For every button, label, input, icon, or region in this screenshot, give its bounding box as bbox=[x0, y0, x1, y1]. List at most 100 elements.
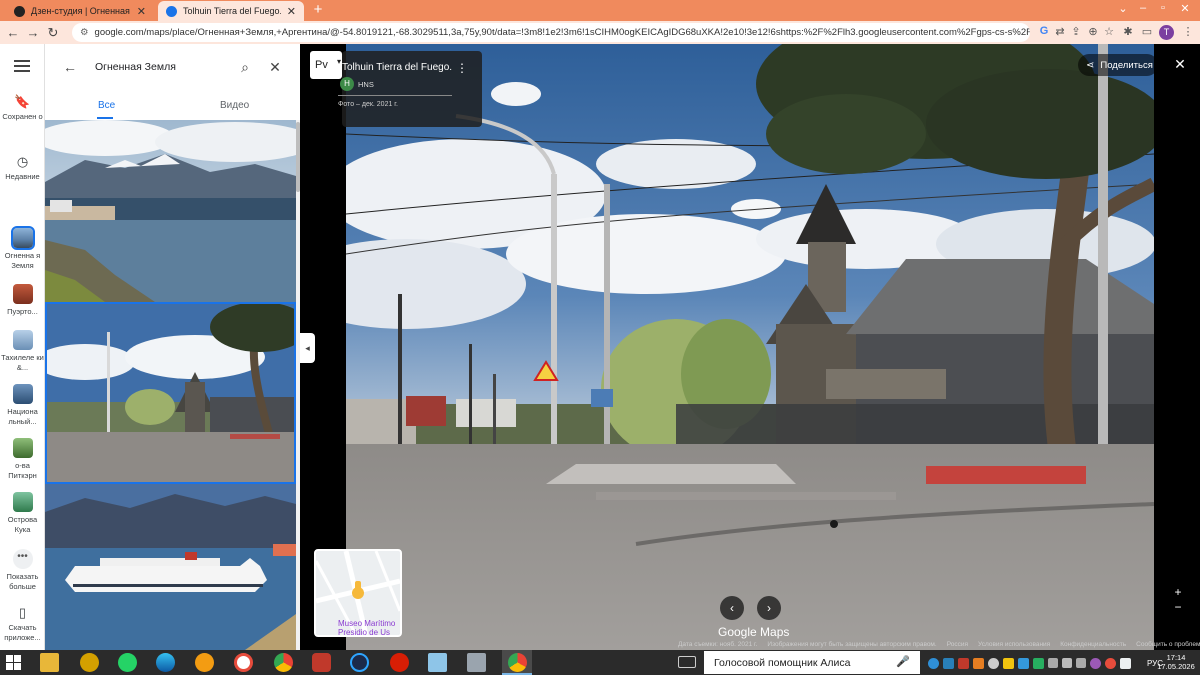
tab-search-icon[interactable]: ⌄ bbox=[1114, 2, 1132, 15]
volume-icon[interactable] bbox=[1048, 658, 1058, 668]
address-bar[interactable]: ⚙ google.com/maps/place/Огненная+Земля,+… bbox=[72, 23, 1030, 42]
new-tab-button[interactable]: + bbox=[311, 2, 325, 17]
author-name[interactable]: HNS bbox=[358, 80, 374, 89]
next-photo-button[interactable]: › bbox=[757, 596, 781, 620]
maximize-icon[interactable]: ▫ bbox=[1154, 2, 1172, 14]
browser-menu-icon[interactable]: ⋮ bbox=[1180, 25, 1196, 38]
yandex-browser-icon[interactable] bbox=[234, 653, 253, 672]
maps-pin-favicon-icon bbox=[166, 5, 177, 17]
rail-item-tierra-del-fuego[interactable]: Огненна я Земля bbox=[0, 226, 45, 271]
street-view-image[interactable] bbox=[346, 44, 1154, 650]
extensions-icon[interactable]: ✱ bbox=[1120, 25, 1136, 38]
microphone-icon[interactable]: 🎤 bbox=[896, 655, 910, 668]
report-problem-link[interactable]: Сообщить о проблеме bbox=[1136, 641, 1200, 650]
site-info-icon[interactable]: ⚙ bbox=[80, 27, 89, 38]
notepad-icon[interactable] bbox=[428, 653, 447, 672]
photo-thumbnail-cruise-ship[interactable] bbox=[45, 484, 296, 650]
minimap[interactable]: Museo Marítimo Presidio de Us bbox=[314, 549, 402, 637]
profile-avatar[interactable]: T bbox=[1159, 25, 1174, 40]
tray-app-icon[interactable] bbox=[943, 657, 954, 669]
windows-start-icon[interactable] bbox=[6, 655, 21, 670]
app-icon-yellow[interactable] bbox=[80, 653, 99, 672]
back-icon[interactable]: ← bbox=[3, 25, 23, 40]
terms-link[interactable]: Условия использования bbox=[978, 641, 1050, 650]
edge-icon[interactable] bbox=[156, 653, 175, 672]
bookmark-star-icon[interactable]: ☆ bbox=[1101, 25, 1117, 38]
rail-item-saved[interactable]: 🔖 Сохранен о bbox=[0, 94, 45, 122]
close-viewer-icon[interactable]: ✕ bbox=[1172, 56, 1188, 72]
tray-app-icon[interactable] bbox=[1003, 657, 1014, 669]
rail-item-puerto[interactable]: Пуэрто... bbox=[0, 284, 45, 317]
chrome-icon[interactable] bbox=[274, 653, 293, 672]
rail-item-download-app[interactable]: ▯ Скачать приложе... bbox=[0, 605, 45, 643]
author-avatar[interactable]: H bbox=[340, 77, 354, 91]
rail-item-label: Тахилеле ки &... bbox=[1, 353, 44, 372]
taskbar-clock[interactable]: 17:14 17.05.2026 bbox=[1152, 653, 1200, 671]
opera-icon[interactable] bbox=[390, 653, 409, 672]
google-lens-icon[interactable]: G bbox=[1036, 25, 1052, 37]
hamburger-icon[interactable] bbox=[14, 60, 30, 72]
previous-photo-button[interactable]: ‹ bbox=[720, 596, 744, 620]
tab-video[interactable]: Видео bbox=[220, 100, 249, 111]
minimap-place-label[interactable]: Museo Marítimo Presidio de Us bbox=[338, 619, 400, 635]
tray-app-icon[interactable] bbox=[1033, 657, 1044, 669]
forward-icon[interactable]: → bbox=[23, 25, 43, 40]
translate-icon[interactable]: ⇄ bbox=[1052, 25, 1068, 38]
network-icon[interactable] bbox=[1062, 658, 1072, 668]
layers-toggle-button[interactable]: Рv ▾ bbox=[310, 51, 342, 79]
search-box[interactable]: ← Огненная Земля ⌕ ✕ bbox=[55, 52, 290, 82]
tray-app-icon[interactable] bbox=[1018, 657, 1029, 669]
rail-item-cook-islands[interactable]: Острова Кука bbox=[0, 492, 45, 535]
search-icon[interactable]: ⌕ bbox=[230, 59, 260, 76]
tab-google-maps[interactable]: Tolhuin Tierra del Fuego. – Goog ✕ bbox=[158, 1, 304, 21]
photo-thumbnail-harbour[interactable] bbox=[45, 120, 296, 302]
taskbar-chrome-active[interactable] bbox=[502, 650, 532, 675]
whatsapp-icon[interactable] bbox=[118, 653, 137, 672]
tray-app-icon[interactable] bbox=[1090, 657, 1101, 669]
photo-thumbnail-street-selected[interactable] bbox=[45, 302, 296, 484]
tab-dzen[interactable]: Дзен-студия | Огненная земля ✕ bbox=[6, 1, 154, 21]
close-window-icon[interactable]: ✕ bbox=[1176, 2, 1194, 15]
screen-recorder-icon[interactable] bbox=[312, 653, 331, 672]
rail-item-recent[interactable]: ◷ Недавние bbox=[0, 154, 45, 182]
search-input[interactable]: Огненная Земля bbox=[85, 61, 230, 73]
touch-keyboard-icon[interactable] bbox=[678, 656, 696, 668]
file-explorer-icon[interactable] bbox=[40, 653, 59, 672]
rail-item-show-more[interactable]: ••• Показать больше bbox=[0, 549, 45, 592]
app-icon-grey[interactable] bbox=[467, 653, 486, 672]
help-tray-icon[interactable] bbox=[928, 657, 939, 669]
region-link[interactable]: Россия bbox=[947, 641, 968, 650]
clock-date: 17.05.2026 bbox=[1157, 662, 1195, 671]
map-footer: Дата съемки: нояб. 2021 г. Изображения м… bbox=[676, 641, 1200, 650]
alice-voice-assistant[interactable]: Голосовой помощник Алиса 🎤 bbox=[704, 651, 920, 674]
zoom-out-icon[interactable]: − bbox=[1170, 600, 1186, 615]
tray-app-icon[interactable] bbox=[958, 657, 969, 669]
reload-icon[interactable]: ↻ bbox=[43, 25, 63, 41]
tab-all[interactable]: Все bbox=[98, 100, 115, 111]
app-icon-orange[interactable] bbox=[195, 653, 214, 672]
street-view-viewer[interactable] bbox=[300, 44, 1200, 650]
back-arrow-icon[interactable]: ← bbox=[55, 59, 85, 75]
rail-item-tahilele[interactable]: Тахилеле ки &... bbox=[0, 330, 45, 373]
app-icon-blue[interactable] bbox=[350, 653, 369, 672]
zoom-in-icon[interactable]: + bbox=[1170, 585, 1186, 600]
tray-app-icon[interactable] bbox=[988, 657, 999, 669]
share-button[interactable]: ⋖ Поделиться bbox=[1078, 54, 1158, 76]
more-options-icon[interactable]: ⋮ bbox=[456, 61, 468, 75]
tray-app-icon[interactable] bbox=[1105, 657, 1116, 669]
collapse-panel-button[interactable]: ◂ bbox=[300, 333, 315, 363]
zoom-page-icon[interactable]: ⊕ bbox=[1085, 25, 1101, 38]
rail-item-pitcairn[interactable]: о-ва Питкэрн bbox=[0, 438, 45, 481]
tray-app-icon[interactable] bbox=[1120, 657, 1131, 669]
tab-close-icon[interactable]: ✕ bbox=[137, 5, 146, 18]
tray-app-icon[interactable] bbox=[973, 657, 984, 669]
share-page-icon[interactable]: ⇪ bbox=[1068, 25, 1084, 38]
clear-search-icon[interactable]: ✕ bbox=[260, 59, 290, 76]
rail-item-national[interactable]: Национа льный... bbox=[0, 384, 45, 427]
privacy-link[interactable]: Конфиденциальность bbox=[1060, 641, 1126, 650]
tab-close-icon[interactable]: ✕ bbox=[287, 5, 296, 18]
notification-icon[interactable] bbox=[1076, 658, 1086, 668]
minimize-icon[interactable]: – bbox=[1134, 2, 1152, 14]
side-panel-icon[interactable]: ▭ bbox=[1139, 25, 1155, 38]
photo-title[interactable]: Tolhuin Tierra del Fuego. bbox=[342, 62, 452, 73]
